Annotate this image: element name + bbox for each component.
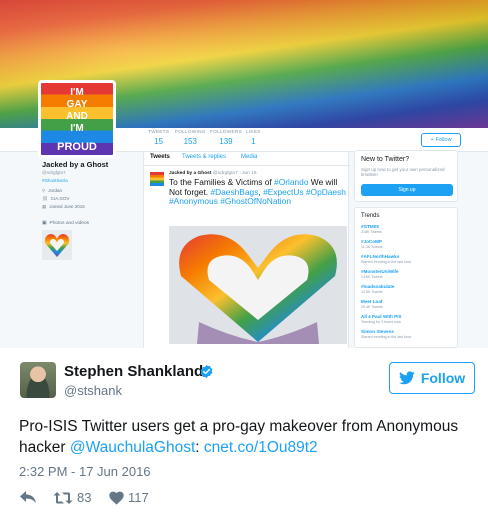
profile-joined: ▦ Joined June 2016 <box>42 204 85 209</box>
trend-item[interactable]: #JoCoMP 11.3K Tweets <box>361 239 382 249</box>
trend-item[interactable]: Meet Loaf 29.4K Tweets <box>361 299 383 309</box>
tweet-author[interactable]: Jacked by a Ghost @ndrgfgto7 · Jun 16 <box>169 171 257 176</box>
profile-bio-hashtag[interactable]: #GhostSecla <box>42 178 68 183</box>
author-handle[interactable]: @stshank <box>64 383 122 398</box>
author-avatar[interactable] <box>20 362 56 398</box>
stat-tweets[interactable]: TWEETS 15 <box>148 130 169 146</box>
profile-location: ⚲ Jordan <box>42 188 63 193</box>
trends-card: Trends #GTM05 218K Tweets #JoCoMP 11.3K Tw… <box>354 207 458 348</box>
author-name[interactable]: Stephen Shankland <box>64 363 203 380</box>
tweet-photo-heart-hands[interactable] <box>169 226 347 344</box>
hashtag-link[interactable]: #ExpectUs <box>263 187 304 197</box>
tweet-body: Pro-ISIS Twitter users get a pro-gay mak… <box>19 418 459 456</box>
tab-tweets-replies[interactable]: Tweets & replies <box>182 154 226 160</box>
stat-followers[interactable]: FOLLOWERS 139 <box>210 130 242 146</box>
mention-link[interactable]: @WauchulaGhost <box>70 439 195 456</box>
follow-button[interactable]: Follow <box>389 362 475 394</box>
stat-following[interactable]: FOLLOWING 153 <box>175 130 206 146</box>
heart-hands-image <box>169 226 347 344</box>
heart-hands-thumbnail[interactable] <box>42 230 72 260</box>
embedded-profile-screenshot: TWEETS 15 FOLLOWING 153 FOLLOWERS 139 LI… <box>0 0 488 348</box>
article-link[interactable]: cnet.co/1Ou89t2 <box>204 439 318 456</box>
profile-timeline: Tweets Tweets & replies Media Jacked by … <box>143 152 350 348</box>
location-icon: ⚲ <box>42 188 46 193</box>
trend-item[interactable]: #MonsterUniWife 14.6K Tweets <box>361 269 398 279</box>
profile-follow-button[interactable]: + Follow <box>421 133 461 147</box>
trend-item[interactable]: Simon Stevens Started trending in the las… <box>361 329 411 339</box>
profile-name: Jacked by a Ghost <box>42 160 109 169</box>
profile-sidebar: New to Twitter? Sign up now to get your … <box>354 150 458 348</box>
retweet-button[interactable]: 83 <box>53 490 91 505</box>
hashtag-link[interactable]: #DaeshBags <box>210 187 258 197</box>
like-count: 117 <box>128 490 149 505</box>
trend-item[interactable]: #loadsoabulate 14.5K Tweets <box>361 284 394 294</box>
stat-likes[interactable]: LIKES 1 <box>246 130 261 146</box>
tweet-timestamp[interactable]: 2:32 PM - 17 Jun 2016 <box>19 464 151 479</box>
like-button[interactable]: 117 <box>109 490 149 505</box>
verified-badge-icon <box>200 364 213 379</box>
camera-icon: ▣ <box>42 221 47 226</box>
trend-item[interactable]: #GTM05 218K Tweets <box>361 224 382 234</box>
retweet-count: 83 <box>77 490 92 505</box>
trend-item[interactable]: #AFLNorthHawks Started trending in the la… <box>361 254 411 264</box>
tab-media[interactable]: Media <box>241 154 257 160</box>
reply-button[interactable] <box>19 490 37 504</box>
signup-button[interactable]: Sign up <box>361 184 453 196</box>
reply-icon <box>20 491 36 503</box>
add-user-icon: + <box>430 137 434 143</box>
calendar-icon: ▦ <box>42 204 47 209</box>
profile-handle: @ndrgfgto7 <box>42 170 66 175</box>
new-to-twitter-card: New to Twitter? Sign up now to get your … <box>354 150 458 202</box>
hashtag-link[interactable]: #Orlando <box>274 177 308 187</box>
photos-and-videos-link[interactable]: ▣ Photos and videos <box>42 221 89 226</box>
profile-link[interactable]: ⛓ CIA.GOV <box>42 196 69 202</box>
profile-avatar: I'M GAY AND I'M PROUD <box>38 80 116 158</box>
heart-icon <box>109 491 124 505</box>
retweet-icon <box>53 491 73 504</box>
hashtag-link[interactable]: #GhostOfNoNation <box>220 196 291 206</box>
tweet-avatar <box>150 172 164 186</box>
tweet-text: To the Families & Victims of #Orlando We… <box>169 177 346 206</box>
timeline-tabs: Tweets Tweets & replies Media <box>144 152 350 166</box>
trend-item[interactable]: All 4 Paul With PIX Trending for 3 hours … <box>361 314 402 324</box>
twitter-bird-icon <box>398 371 415 385</box>
hashtag-link[interactable]: #OpDaesh <box>306 187 346 197</box>
link-icon: ⛓ <box>42 196 48 201</box>
hashtag-link[interactable]: #Anonymous <box>169 196 218 206</box>
tab-tweets[interactable]: Tweets <box>150 154 170 160</box>
